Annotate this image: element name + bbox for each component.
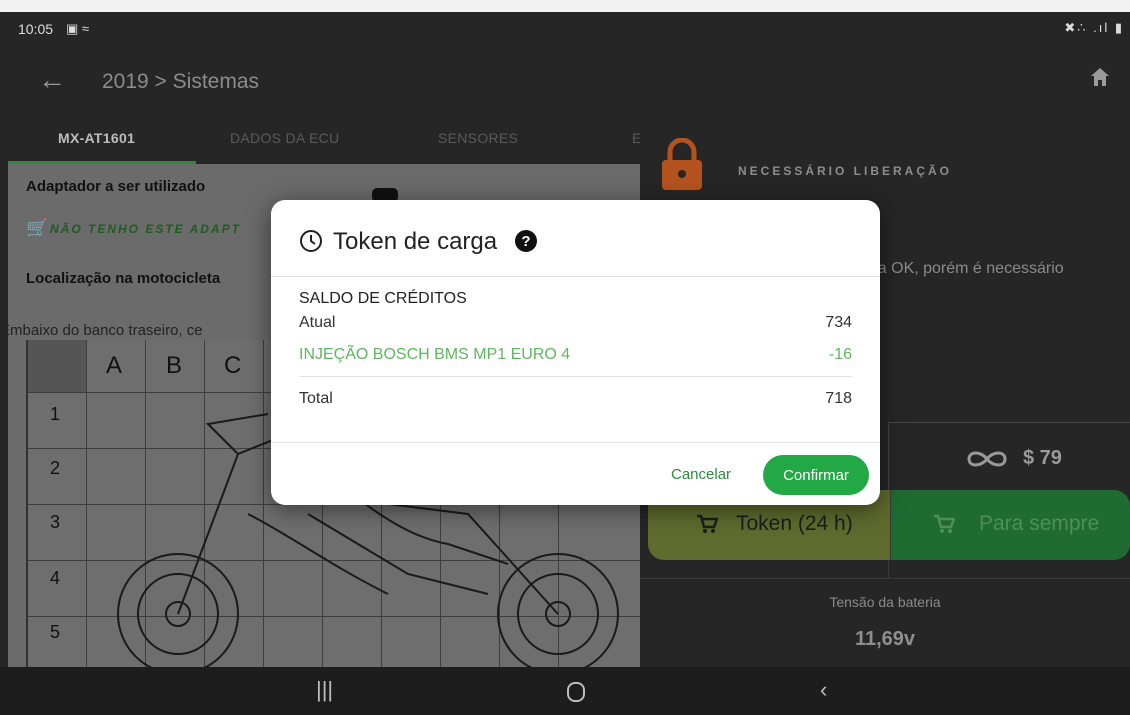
system-nav-bar: ||| ‹ <box>0 667 1130 715</box>
tab-sensores[interactable]: SENSORES <box>438 130 518 146</box>
screenshot-top-border <box>0 0 1130 12</box>
tab-dados-da-ecu[interactable]: DADOS DA ECU <box>230 130 339 146</box>
unlock-required-text: eria OK, porém é necessário <box>860 260 1064 277</box>
system-icons: ✖∴ .ıl ▮ <box>1064 20 1124 35</box>
cancel-button[interactable]: Cancelar <box>671 466 731 483</box>
app-screen: 10:05 ▣ ≈ ✖∴ .ıl ▮ ← 2019 > Sistemas MX-… <box>0 0 1130 715</box>
cart-icon: 🛒 <box>26 218 49 238</box>
balance-row-total: Total 718 <box>299 390 852 408</box>
location-heading: Localização na motocicleta <box>26 270 221 287</box>
infinity-icon <box>967 451 1007 467</box>
row-label: Total <box>299 390 333 407</box>
status-bar: 10:05 ▣ ≈ ✖∴ .ıl ▮ <box>0 12 1130 46</box>
adapter-heading: Adaptador a ser utilizado <box>26 178 206 195</box>
lock-icon <box>662 138 702 190</box>
price-forever: $ 79 <box>1023 447 1062 469</box>
buy-forever-button[interactable]: Para sempre <box>890 490 1130 560</box>
row-value: 734 <box>825 314 852 331</box>
location-description: Embaixo do banco traseiro, ce <box>8 322 203 339</box>
app-bar: ← 2019 > Sistemas <box>0 46 1130 116</box>
home-nav-icon[interactable] <box>566 681 586 703</box>
tab-mx-at1601[interactable]: MX-AT1601 <box>58 130 135 146</box>
grid-row-label: 1 <box>50 404 61 424</box>
clock-icon <box>300 230 322 252</box>
battery-voltage-value: 11,69v <box>854 628 916 650</box>
back-nav-icon[interactable]: ‹ <box>820 677 827 703</box>
buy-token-label: Token (24 h) <box>736 512 853 535</box>
grid-col-label: A <box>106 352 123 379</box>
divider <box>271 276 880 277</box>
notification-icons: ▣ ≈ <box>66 21 90 36</box>
unlock-required-title: NECESSÁRIO LIBERAÇÃO <box>738 164 953 178</box>
row-label: Atual <box>299 314 336 331</box>
tab-bar: MX-AT1601 DADOS DA ECU SENSORES E <box>0 116 641 164</box>
svg-text:?: ? <box>521 233 530 250</box>
row-value: 718 <box>825 390 852 407</box>
balance-row-current: Atual 734 <box>299 314 852 332</box>
grid-row-label: 4 <box>50 568 61 588</box>
battery-voltage-label: Tensão da bateria <box>829 594 941 610</box>
help-icon[interactable]: ? <box>514 229 538 253</box>
divider <box>299 376 852 377</box>
row-label: INJEÇÃO BOSCH BMS MP1 EURO 4 <box>299 346 571 363</box>
grid-row-label: 3 <box>50 512 61 532</box>
dialog-title: Token de carga <box>333 228 498 255</box>
grid-row-label: 5 <box>50 622 61 642</box>
divider <box>271 442 880 443</box>
token-dialog: Token de carga ? SALDO DE CRÉDITOS Atual… <box>271 200 880 505</box>
breadcrumb: 2019 > Sistemas <box>102 70 260 93</box>
credit-balance-heading: SALDO DE CRÉDITOS <box>299 290 467 307</box>
home-icon[interactable] <box>1088 65 1112 89</box>
balance-row-deduction: INJEÇÃO BOSCH BMS MP1 EURO 4 -16 <box>299 346 852 364</box>
cart-icon <box>934 514 955 533</box>
divider <box>888 560 889 578</box>
divider <box>640 578 1130 579</box>
grid-col-label: B <box>166 352 183 379</box>
grid-corner <box>28 340 86 392</box>
back-arrow-icon[interactable]: ← <box>38 64 66 96</box>
recent-apps-icon[interactable]: ||| <box>316 677 333 703</box>
status-time: 10:05 <box>18 21 54 37</box>
confirm-button[interactable]: Confirmar <box>763 455 869 495</box>
price-forever-box: $ 79 <box>888 422 1130 492</box>
cart-icon <box>697 514 718 533</box>
row-value: -16 <box>828 346 852 363</box>
adapter-missing-link[interactable]: NÃO TENHO ESTE ADAPT <box>50 222 241 236</box>
buy-forever-label: Para sempre <box>979 512 1100 535</box>
grid-col-label: C <box>224 352 242 379</box>
grid-row-label: 2 <box>50 458 61 478</box>
